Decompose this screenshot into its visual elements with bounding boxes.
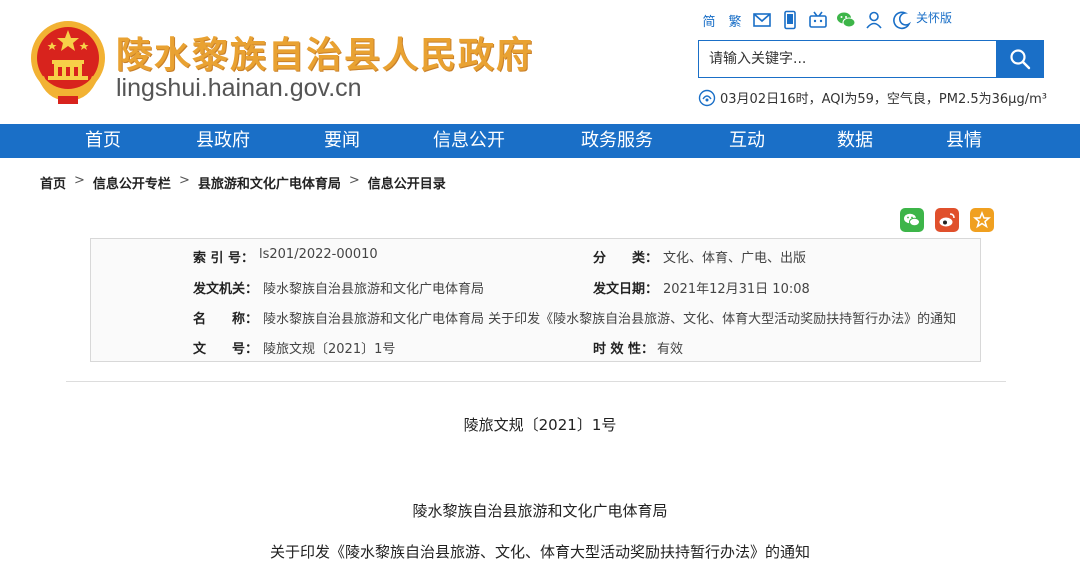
document-number-heading: 陵旅文规〔2021〕1号 (463, 416, 617, 434)
nav-item-news[interactable]: 要闻 (324, 124, 360, 158)
mobile-icon[interactable] (780, 8, 800, 32)
issue-date-label: 发文日期： (593, 282, 659, 297)
validity-label: 时 效 性： (593, 342, 655, 357)
index-number-label: 索 引 号： (193, 251, 255, 266)
content-divider (66, 381, 1006, 382)
mail-icon[interactable] (752, 8, 772, 32)
share-bar (900, 208, 994, 232)
breadcrumb-separator: > (178, 173, 190, 188)
category-value: 文化、体育、广电、出版 (663, 251, 807, 266)
document-number-label: 文 号： (193, 342, 259, 357)
share-weibo-icon[interactable] (935, 208, 959, 232)
simplified-chinese-button[interactable]: 简 (700, 8, 718, 32)
wechat-icon[interactable] (836, 8, 856, 32)
weather-text: 03月02日16时，AQI为59，空气良，PM2.5为36μg/m³ (720, 92, 1047, 107)
site-domain: lingshui.hainan.gov.cn (116, 74, 362, 102)
nav-item-government-services[interactable]: 政务服务 (581, 124, 653, 158)
moon-icon[interactable] (892, 8, 912, 32)
issuing-agency-heading: 陵水黎族自治县旅游和文化广电体育局 (412, 502, 668, 520)
nav-item-information-disclosure[interactable]: 信息公开 (433, 124, 505, 158)
search-button[interactable] (996, 41, 1043, 77)
weather-bar: 03月02日16时，AQI为59，空气良，PM2.5为36μg/m³ (698, 88, 1047, 107)
weather-icon (698, 89, 716, 106)
search-icon (1009, 49, 1030, 70)
nav-item-county-government[interactable]: 县政府 (196, 124, 250, 158)
national-emblem-icon[interactable] (28, 18, 108, 106)
issuer-value: 陵水黎族自治县旅游和文化广电体育局 (263, 282, 485, 297)
main-nav: 首页 县政府 要闻 信息公开 政务服务 互动 数据 县情 (0, 124, 1080, 158)
document-name-label: 名 称： (193, 312, 259, 327)
breadcrumb-item-tourism-bureau[interactable]: 县旅游和文化广电体育局 (198, 173, 341, 192)
care-mode-link[interactable]: 关怀版 (916, 9, 952, 26)
validity-value: 有效 (657, 342, 684, 357)
breadcrumb-separator: > (74, 173, 85, 188)
breadcrumb-item-disclosure-catalog[interactable]: 信息公开目录 (368, 173, 446, 192)
document-metadata-box: 索 引 号： ls201/2022-00010 分 类： 文化、体育、广电、出版… (90, 238, 981, 362)
document-number-value: 陵旅文规〔2021〕1号 (263, 342, 396, 357)
site-header: 陵水黎族自治县人民政府 lingshui.hainan.gov.cn 简 繁 关… (0, 0, 1080, 124)
share-wechat-icon[interactable] (900, 208, 924, 232)
search-box (698, 40, 1044, 78)
nav-item-county-profile[interactable]: 县情 (946, 124, 982, 158)
tv-icon[interactable] (808, 8, 828, 32)
user-icon[interactable] (864, 8, 884, 32)
index-number-value: ls201/2022-00010 (259, 247, 378, 262)
issuer-label: 发文机关： (193, 282, 259, 297)
document-name-value: 陵水黎族自治县旅游和文化广电体育局 关于印发《陵水黎族自治县旅游、文化、体育大型… (263, 312, 957, 327)
breadcrumb: 首页 > 信息公开专栏 > 县旅游和文化广电体育局 > 信息公开目录 (40, 173, 446, 192)
nav-item-home[interactable]: 首页 (85, 124, 121, 158)
nav-item-interaction[interactable]: 互动 (729, 124, 765, 158)
traditional-chinese-button[interactable]: 繁 (726, 8, 744, 32)
search-input[interactable] (699, 41, 996, 77)
site-title[interactable]: 陵水黎族自治县人民政府 (116, 26, 534, 78)
issue-date-value: 2021年12月31日 10:08 (663, 282, 810, 297)
favorite-star-icon[interactable] (970, 208, 994, 232)
breadcrumb-item-home[interactable]: 首页 (40, 173, 66, 192)
breadcrumb-item-disclosure-column[interactable]: 信息公开专栏 (93, 173, 171, 192)
breadcrumb-separator: > (348, 173, 360, 188)
nav-item-data[interactable]: 数据 (837, 124, 873, 158)
header-tools: 简 繁 关怀版 (700, 6, 952, 34)
document-title-heading: 关于印发《陵水黎族自治县旅游、文化、体育大型活动奖励扶持暂行办法》的通知 (269, 543, 810, 561)
category-label: 分 类： (593, 251, 659, 266)
